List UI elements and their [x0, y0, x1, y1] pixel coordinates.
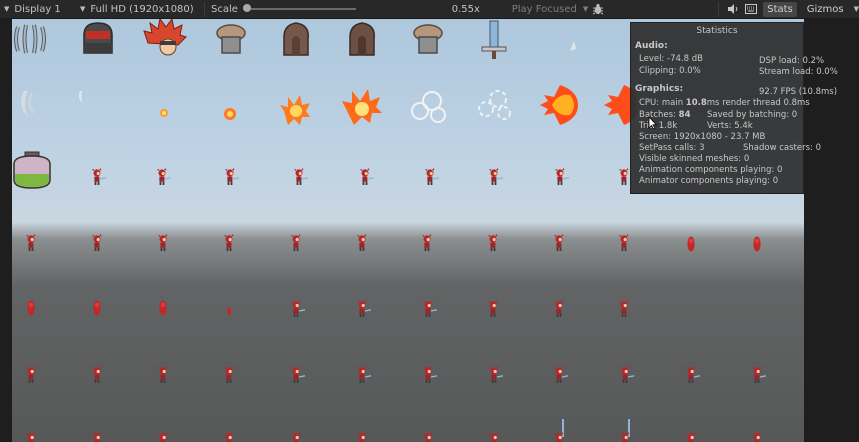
cpu-time: CPU: main 10.8ms render thread 0.8ms — [639, 98, 810, 108]
spark-icon — [160, 109, 168, 117]
display-label: Display 1 — [14, 3, 61, 15]
stats-button[interactable]: Stats — [763, 1, 797, 17]
dsp-load: DSP load: 0.2% — [759, 56, 825, 66]
play-mode-dropdown[interactable]: Play Focused ▼ — [512, 4, 588, 15]
toolbar-divider — [204, 1, 205, 17]
shadow-casters: Shadow casters: 0 — [743, 143, 822, 153]
slash-effect-icon — [20, 91, 35, 117]
stone-pillar-2-icon — [413, 24, 443, 54]
sword-icon — [481, 20, 507, 59]
chevron-down-icon: ▼ — [582, 5, 589, 13]
fire-explosion-icon — [342, 89, 382, 125]
chevron-down-icon: ▼ — [80, 5, 86, 13]
stone-pillar-icon — [216, 24, 246, 54]
bear-trap-icon — [14, 24, 46, 54]
stone-tombstone-dark-icon — [349, 22, 375, 56]
animation-components: Animation components playing: 0 — [639, 165, 783, 175]
fps-readout: 92.7 FPS (10.8ms) — [759, 87, 838, 97]
resolution-dropdown[interactable]: ▼ Full HD (1920x1080) — [76, 0, 204, 19]
setpass-calls: SetPass calls: 3 — [639, 143, 705, 153]
mute-audio-icon[interactable] — [727, 3, 739, 15]
animator-components: Animator components playing: 0 — [639, 176, 779, 186]
play-focused-label: Play Focused — [511, 3, 577, 15]
stream-load: Stream load: 0.0% — [759, 67, 838, 77]
red-spark-icon — [227, 307, 231, 315]
graphics-header: Graphics: — [635, 84, 684, 94]
screen-info: Screen: 1920x1080 - 23.7 MB — [639, 132, 766, 142]
fire-small-icon — [224, 108, 236, 120]
scale-slider-thumb[interactable] — [242, 4, 251, 12]
bug-icon[interactable] — [592, 3, 604, 15]
scale-label: Scale — [211, 3, 238, 15]
sparkle-icon — [570, 41, 576, 51]
statistics-panel: Statistics Audio: Level: -74.8 dB Clippi… — [630, 22, 838, 194]
display-dropdown[interactable]: ▼ Display 1 — [0, 0, 76, 19]
tris-count: Tris: 1.8k — [639, 121, 678, 131]
fireball-icon — [540, 85, 578, 125]
audio-level: Level: -74.8 dB — [639, 54, 703, 64]
chevron-down-icon: ▼ — [4, 5, 10, 13]
smoke-cloud-icon — [411, 91, 446, 123]
saved-by-batching: Saved by batching: 0 — [707, 110, 798, 120]
resolution-label: Full HD (1920x1080) — [90, 3, 194, 15]
chevron-down-icon[interactable]: ▼ — [854, 5, 859, 13]
mouse-cursor-icon — [648, 116, 658, 130]
potion-jar-icon — [13, 151, 51, 189]
keyboard-shortcuts-icon[interactable] — [745, 4, 758, 14]
toolbar-divider — [718, 1, 720, 17]
scale-value: 0.55x — [451, 3, 480, 15]
spiky-hair-head-icon — [143, 19, 187, 56]
gizmos-button[interactable]: Gizmos — [803, 2, 848, 17]
batches: Batches: 84 — [639, 110, 691, 120]
audio-header: Audio: — [635, 41, 668, 51]
audio-clipping: Clipping: 0.0% — [639, 66, 701, 76]
game-view-toolbar: ▼ Display 1 ▼ Full HD (1920x1080) Scale … — [0, 0, 859, 19]
statistics-title: Statistics — [696, 26, 738, 36]
scale-control: Scale 0.55x — [209, 0, 480, 19]
scale-slider[interactable] — [242, 4, 356, 12]
slash-effect-small-icon — [78, 91, 82, 103]
editor-side-gutter — [804, 19, 859, 442]
red-chest-icon — [83, 22, 113, 54]
visible-skinned-meshes: Visible skinned meshes: 0 — [639, 154, 750, 164]
verts-count: Verts: 5.4k — [707, 121, 753, 131]
stone-tombstone-icon — [283, 22, 309, 56]
smoke-puff-icon — [478, 90, 511, 120]
fire-burst-icon — [280, 95, 310, 125]
